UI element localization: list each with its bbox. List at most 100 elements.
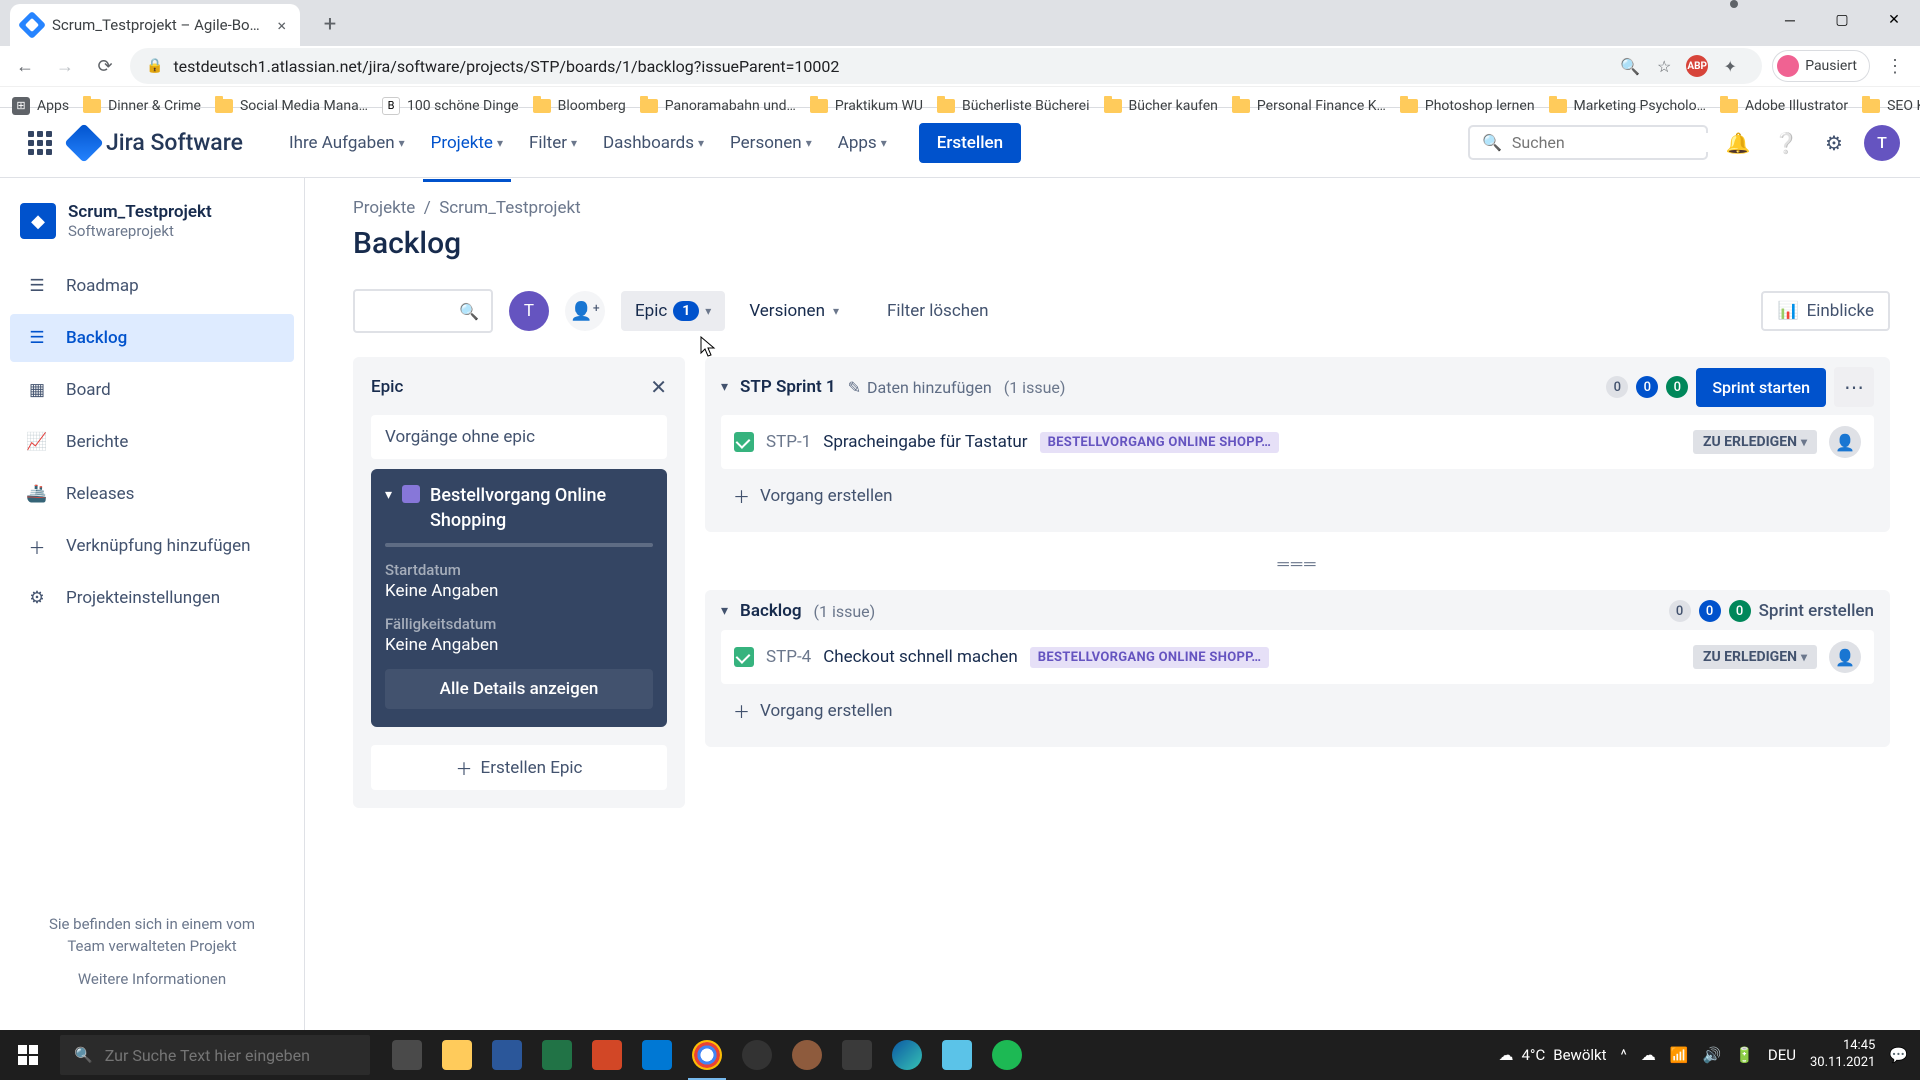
create-sprint-button[interactable]: Sprint erstellen: [1759, 601, 1874, 621]
tray-chevron-icon[interactable]: ^: [1621, 1046, 1627, 1064]
settings-icon[interactable]: ⚙: [1816, 125, 1852, 161]
chevron-down-icon[interactable]: ▾: [721, 603, 728, 619]
excel-icon[interactable]: [532, 1030, 582, 1080]
volume-icon[interactable]: 🔊: [1703, 1046, 1722, 1064]
chrome-icon[interactable]: [682, 1030, 732, 1080]
breadcrumb-root[interactable]: Projekte: [353, 198, 415, 218]
add-people-button[interactable]: 👤⁺: [565, 291, 605, 331]
sidebar-settings[interactable]: ⚙Projekteinstellungen: [10, 574, 294, 622]
sidebar-board[interactable]: ▦Board: [10, 366, 294, 414]
nav-people[interactable]: Personen▾: [722, 125, 820, 161]
nav-filters[interactable]: Filter▾: [521, 125, 585, 161]
insights-button[interactable]: 📊 Einblicke: [1761, 291, 1890, 331]
issues-without-epic[interactable]: Vorgänge ohne epic: [371, 415, 667, 459]
nav-dashboards[interactable]: Dashboards▾: [595, 125, 712, 161]
filter-avatar[interactable]: T: [509, 291, 549, 331]
close-icon[interactable]: ✕: [650, 375, 667, 399]
epic-card[interactable]: ▾ Bestellvorgang Online Shopping Startda…: [371, 469, 667, 727]
maximize-button[interactable]: ▢: [1816, 0, 1868, 40]
onedrive-icon[interactable]: ☁: [1641, 1046, 1656, 1064]
start-button[interactable]: [0, 1030, 56, 1080]
sidebar-reports[interactable]: 📈Berichte: [10, 418, 294, 466]
lock-icon: 🔒: [146, 58, 163, 74]
profile-pill[interactable]: Pausiert: [1772, 50, 1870, 82]
resize-handle[interactable]: ═══: [705, 546, 1890, 590]
create-issue-button[interactable]: ＋ Vorgang erstellen: [721, 473, 1874, 518]
nav-projects[interactable]: Projekte▾: [423, 125, 511, 161]
sidebar-backlog[interactable]: ☰Backlog: [10, 314, 294, 362]
notifications-icon[interactable]: 💬: [1889, 1046, 1908, 1064]
wifi-icon[interactable]: 📶: [1670, 1046, 1689, 1064]
help-icon[interactable]: ❔: [1768, 125, 1804, 161]
star-icon[interactable]: ☆: [1652, 54, 1676, 78]
assignee-avatar[interactable]: 👤: [1829, 641, 1861, 673]
epic-filter[interactable]: Epic 1 ▾: [621, 291, 725, 331]
create-epic-button[interactable]: ＋ Erstellen Epic: [371, 745, 667, 790]
project-name: Scrum_Testprojekt: [68, 202, 212, 222]
extensions-icon[interactable]: ✦: [1718, 54, 1742, 78]
issue-row[interactable]: STP-4 Checkout schnell machen BESTELLVOR…: [721, 630, 1874, 684]
sidebar-roadmap[interactable]: ☰Roadmap: [10, 262, 294, 310]
clock[interactable]: 14:45 30.11.2021: [1810, 1038, 1875, 1072]
word-icon[interactable]: [482, 1030, 532, 1080]
status-dropdown[interactable]: ZU ERLEDIGEN ▾: [1693, 430, 1817, 454]
account-dot-icon[interactable]: [1730, 0, 1738, 8]
jira-logo[interactable]: Jira Software: [70, 129, 243, 157]
address-bar[interactable]: 🔒 testdeutsch1.atlassian.net/jira/softwa…: [130, 48, 1762, 84]
assignee-avatar[interactable]: 👤: [1829, 426, 1861, 458]
tab-close-icon[interactable]: ×: [277, 16, 286, 35]
back-button[interactable]: ←: [10, 51, 40, 81]
close-window-button[interactable]: ✕: [1868, 0, 1920, 40]
search-input[interactable]: [1512, 133, 1715, 152]
explorer-icon[interactable]: [432, 1030, 482, 1080]
more-icon[interactable]: ⋯: [1834, 367, 1874, 407]
epic-details-button[interactable]: Alle Details anzeigen: [385, 669, 653, 709]
language-indicator[interactable]: DEU: [1768, 1046, 1796, 1064]
app-switcher-icon[interactable]: [20, 123, 60, 163]
search-box[interactable]: 🔍: [1468, 125, 1708, 160]
create-button[interactable]: Erstellen: [919, 123, 1021, 163]
chevron-down-icon[interactable]: ▾: [721, 379, 728, 395]
issue-epic-tag[interactable]: BESTELLVORGANG ONLINE SHOPP…: [1030, 647, 1270, 668]
minimize-button[interactable]: ─: [1764, 0, 1816, 40]
forward-button[interactable]: →: [50, 51, 80, 81]
epic-start-value: Keine Angaben: [385, 581, 653, 601]
obs-icon[interactable]: [732, 1030, 782, 1080]
reload-button[interactable]: ⟳: [90, 51, 120, 81]
breadcrumb-project[interactable]: Scrum_Testprojekt: [439, 198, 580, 218]
taskbar-search[interactable]: 🔍: [60, 1035, 370, 1075]
nav-your-work[interactable]: Ihre Aufgaben▾: [281, 125, 413, 161]
zoom-icon[interactable]: 🔍: [1618, 54, 1642, 78]
issue-epic-tag[interactable]: BESTELLVORGANG ONLINE SHOPP…: [1040, 432, 1280, 453]
sidebar-footer-link[interactable]: Weitere Informationen: [30, 968, 274, 991]
clear-filter[interactable]: Filter löschen: [887, 301, 989, 321]
abp-icon[interactable]: ABP: [1686, 55, 1708, 77]
add-dates-button[interactable]: ✎ Daten hinzufügen: [848, 378, 992, 397]
powerpoint-icon[interactable]: [582, 1030, 632, 1080]
task-view-icon[interactable]: [382, 1030, 432, 1080]
notepad-icon[interactable]: [932, 1030, 982, 1080]
mail-icon[interactable]: [632, 1030, 682, 1080]
start-sprint-button[interactable]: Sprint starten: [1696, 368, 1826, 407]
browser-tab[interactable]: Scrum_Testprojekt – Agile-Board ×: [10, 4, 300, 46]
create-issue-button[interactable]: ＋ Vorgang erstellen: [721, 688, 1874, 733]
sidebar-releases[interactable]: 🚢Releases: [10, 470, 294, 518]
taskbar-search-input[interactable]: [105, 1046, 356, 1065]
app-icon[interactable]: [782, 1030, 832, 1080]
user-avatar[interactable]: T: [1864, 125, 1900, 161]
nav-apps[interactable]: Apps▾: [830, 125, 895, 161]
chevron-down-icon[interactable]: ▾: [385, 487, 392, 503]
battery-icon[interactable]: 🔋: [1735, 1046, 1754, 1064]
status-dropdown[interactable]: ZU ERLEDIGEN ▾: [1693, 645, 1817, 669]
sidebar-add-link[interactable]: ＋Verknüpfung hinzufügen: [10, 522, 294, 570]
weather-widget[interactable]: ☁ 4°C Bewölkt: [1498, 1046, 1606, 1064]
new-tab-button[interactable]: +: [312, 6, 348, 42]
backlog-search[interactable]: 🔍: [353, 289, 493, 333]
chrome-menu-icon[interactable]: ⋮: [1880, 51, 1910, 81]
issue-row[interactable]: STP-1 Spracheingabe für Tastatur BESTELL…: [721, 415, 1874, 469]
app-icon[interactable]: [832, 1030, 882, 1080]
edge-icon[interactable]: [882, 1030, 932, 1080]
notifications-icon[interactable]: 🔔: [1720, 125, 1756, 161]
spotify-icon[interactable]: [982, 1030, 1032, 1080]
version-filter[interactable]: Versionen▾: [741, 291, 847, 331]
